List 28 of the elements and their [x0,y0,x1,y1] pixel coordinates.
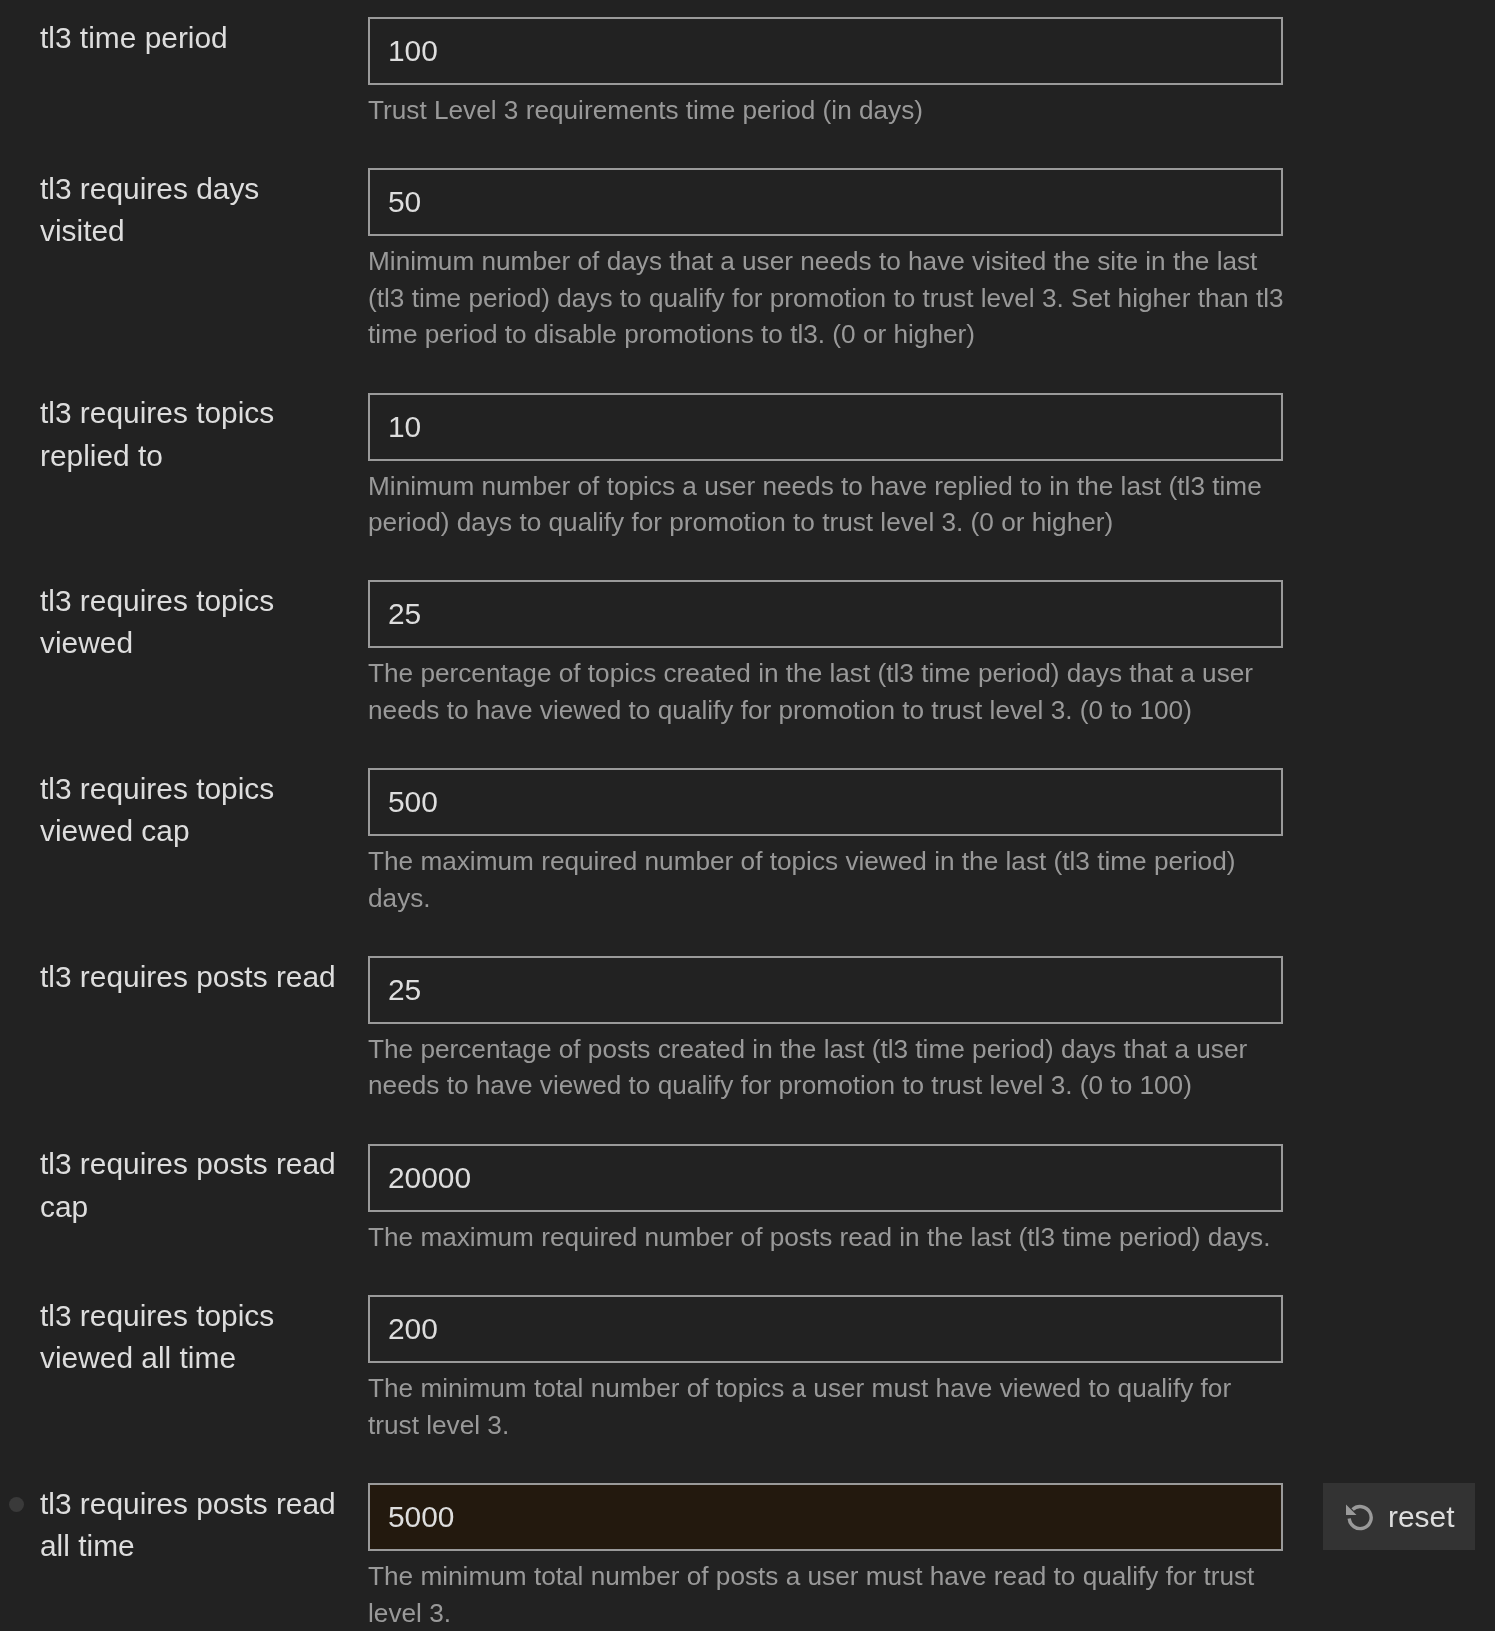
setting-description: Trust Level 3 requirements time period (in days) [368,94,924,127]
input-field[interactable]: 20000 [368,1143,1283,1212]
setting-description: The maximum required number of posts read in the last (tl3 time period) days. [368,1220,1272,1254]
setting-description: Minimum number of topics a user needs to have replied to in the last (tl3 time period) days to qualify for promotion to trust level 3. (0 or higher) [368,469,1263,540]
setting-label: tl3 requires topics viewed all time [40,1297,276,1377]
setting-description: The maximum required number of topics viewed in the last (tl3 time period) days. [368,845,1237,915]
input-field[interactable]: 25 [368,956,1283,1025]
setting-label: tl3 requires topics replied to [40,395,276,474]
setting-label: tl3 time period [40,19,229,56]
setting-label: tl3 requires posts read cap [40,1146,337,1225]
input-field[interactable]: 50 [368,168,1283,237]
setting-label: tl3 requires posts read [40,958,337,995]
input-field[interactable]: 25 [368,580,1283,649]
setting-description: The percentage of posts created in the last (tl3 time period) days that a user needs to have viewed to qualify for promotion to trust level 3. (0 to 100) [368,1033,1249,1103]
reset-button[interactable]: reset [1323,1483,1476,1551]
input-field[interactable]: 200 [368,1295,1283,1364]
input-field[interactable]: 10 [368,392,1283,461]
setting-description: The percentage of topics created in the last (tl3 time period) days that a user needs to have viewed to qualify for promotion to trust level 3. (0 to 100) [368,657,1255,727]
input-field[interactable]: 100 [368,17,1283,85]
setting-description: The minimum total number of posts a user must have read to qualify for trust level 3. [368,1560,1256,1630]
setting-label: tl3 requires posts read all time [40,1485,337,1565]
setting-label: tl3 requires topics viewed cap [40,770,276,850]
setting-label: tl3 requires topics viewed [40,582,276,662]
setting-label: tl3 requires days visited [40,170,261,250]
input-field[interactable]: 500 [368,768,1283,837]
setting-description: Minimum number of days that a user needs to have visited the site in the last (tl3 time period) days to qualify for promotion to trust level 3. Set higher than tl3 time period to disable promotions to tl3. (0 or higher) [368,245,1285,352]
setting-description: The minimum total number of topics a user must have viewed to qualify for trust level 3. [368,1372,1233,1442]
input-field[interactable]: 5000 [368,1483,1283,1552]
